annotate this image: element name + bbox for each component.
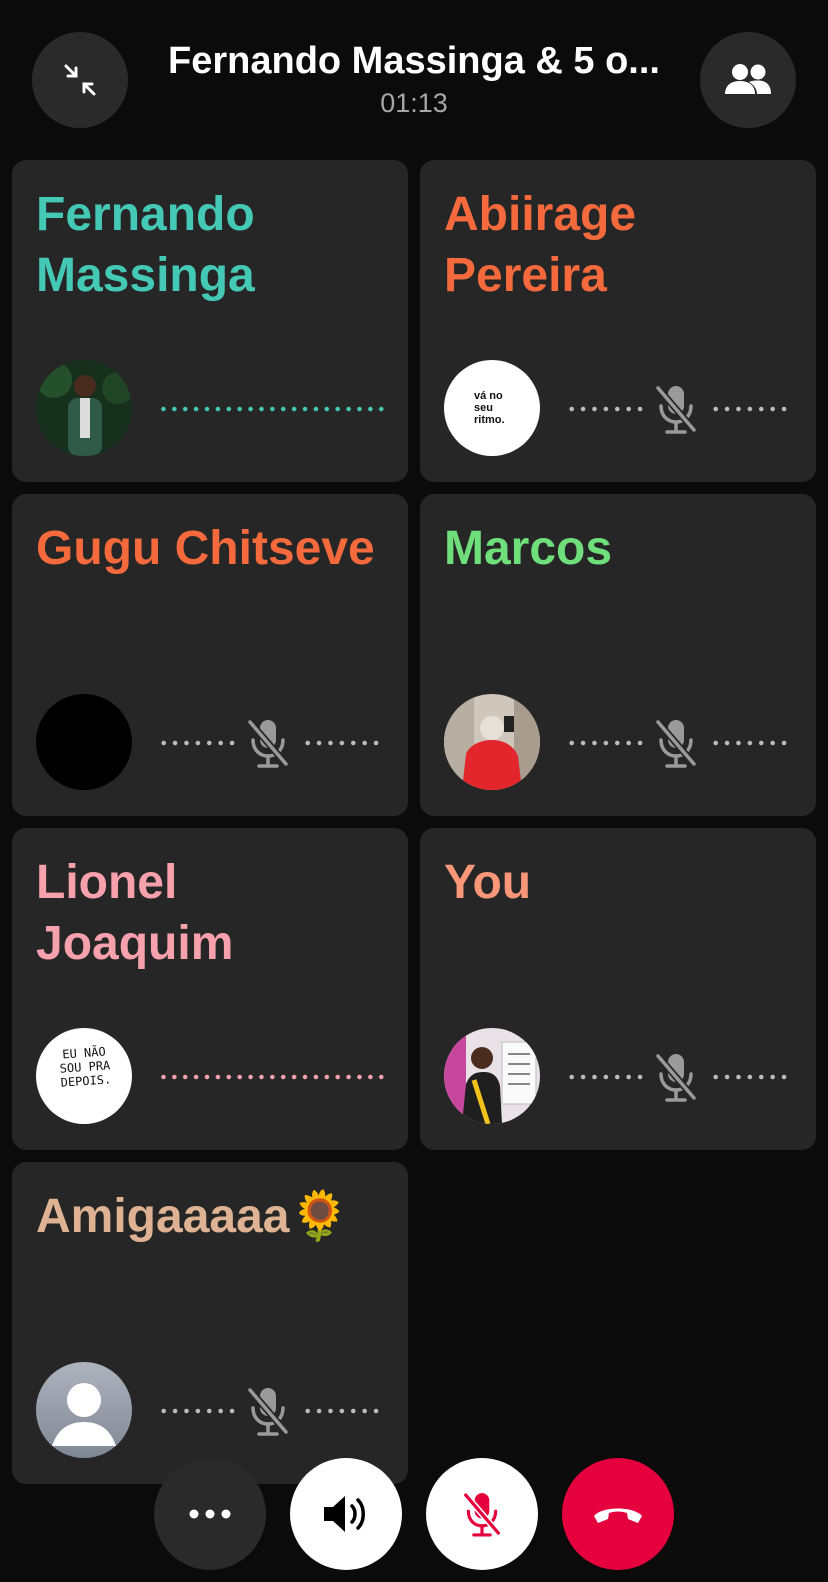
- audio-level-dots-left: [158, 1408, 238, 1414]
- avatar: [36, 360, 132, 456]
- avatar: [36, 694, 132, 790]
- avatar-text: vá no seu ritmo.: [474, 390, 505, 426]
- minimize-call-button[interactable]: [32, 32, 128, 128]
- participant-name: Amigaaaaa🌻: [36, 1190, 350, 1243]
- mic-muted-icon: [246, 718, 290, 768]
- participant-tile[interactable]: Gugu Chitseve: [12, 494, 408, 816]
- participant-name: Marcos: [444, 522, 613, 575]
- participant-name: Fernando Massinga: [36, 188, 255, 302]
- participant-name: Lionel Joaquim: [36, 856, 234, 970]
- audio-level-dots-left: [566, 740, 646, 746]
- mic-muted-icon: [246, 1386, 290, 1436]
- audio-level-dots-right: [302, 740, 382, 746]
- mic-muted-icon: [462, 1491, 502, 1537]
- audio-level-dots-right: [710, 1074, 790, 1080]
- audio-level-dots-right: [302, 1408, 382, 1414]
- avatar-text: EU NÃO SOU PRA DEPOIS.: [59, 1044, 112, 1090]
- participant-name: Gugu Chitseve: [36, 522, 375, 575]
- more-dots-icon: [189, 1509, 231, 1519]
- audio-level-indicator: [158, 406, 384, 412]
- call-timer: 01:13: [380, 88, 448, 118]
- audio-level-dots-left: [566, 406, 646, 412]
- end-call-icon: [594, 1508, 642, 1523]
- participant-tile[interactable]: Fernando Massinga: [12, 160, 408, 482]
- default-person-icon: [52, 1383, 116, 1446]
- speaker-button[interactable]: [290, 1458, 402, 1570]
- call-title: Fernando Massinga & 5 o...: [168, 40, 660, 82]
- participant-tile[interactable]: Lionel Joaquim EU NÃO SOU PRA DEPOIS.: [12, 828, 408, 1150]
- mic-muted-icon: [654, 1052, 698, 1102]
- avatar: vá no seu ritmo.: [444, 360, 540, 456]
- call-controls: [0, 1458, 828, 1570]
- speaker-icon: [324, 1496, 365, 1532]
- participant-name: Abiirage Pereira: [444, 188, 637, 302]
- participant-tile[interactable]: Amigaaaaa🌻: [12, 1162, 408, 1484]
- avatar: [444, 1028, 540, 1124]
- shrink-arrows-icon: [64, 64, 96, 96]
- mic-muted-icon: [654, 384, 698, 434]
- participant-tile[interactable]: You: [420, 828, 816, 1150]
- call-header: Fernando Massinga & 5 o... 01:13: [0, 0, 828, 150]
- people-icon: [725, 64, 771, 94]
- end-call-button[interactable]: [562, 1458, 674, 1570]
- mute-button[interactable]: [426, 1458, 538, 1570]
- mic-muted-icon: [654, 718, 698, 768]
- audio-level-dots-left: [566, 1074, 646, 1080]
- avatar: EU NÃO SOU PRA DEPOIS.: [36, 1028, 132, 1124]
- audio-level-dots-left: [158, 740, 238, 746]
- audio-level-dots-right: [710, 740, 790, 746]
- participant-tile[interactable]: Abiirage Pereira vá no seu ritmo.: [420, 160, 816, 482]
- more-options-button[interactable]: [154, 1458, 266, 1570]
- participants-button[interactable]: [700, 32, 796, 128]
- avatar: [36, 1362, 132, 1458]
- participant-tile[interactable]: Marcos: [420, 494, 816, 816]
- audio-level-dots-right: [710, 406, 790, 412]
- avatar: [444, 694, 540, 790]
- participant-name: You: [444, 856, 532, 909]
- audio-level-indicator: [158, 1074, 384, 1080]
